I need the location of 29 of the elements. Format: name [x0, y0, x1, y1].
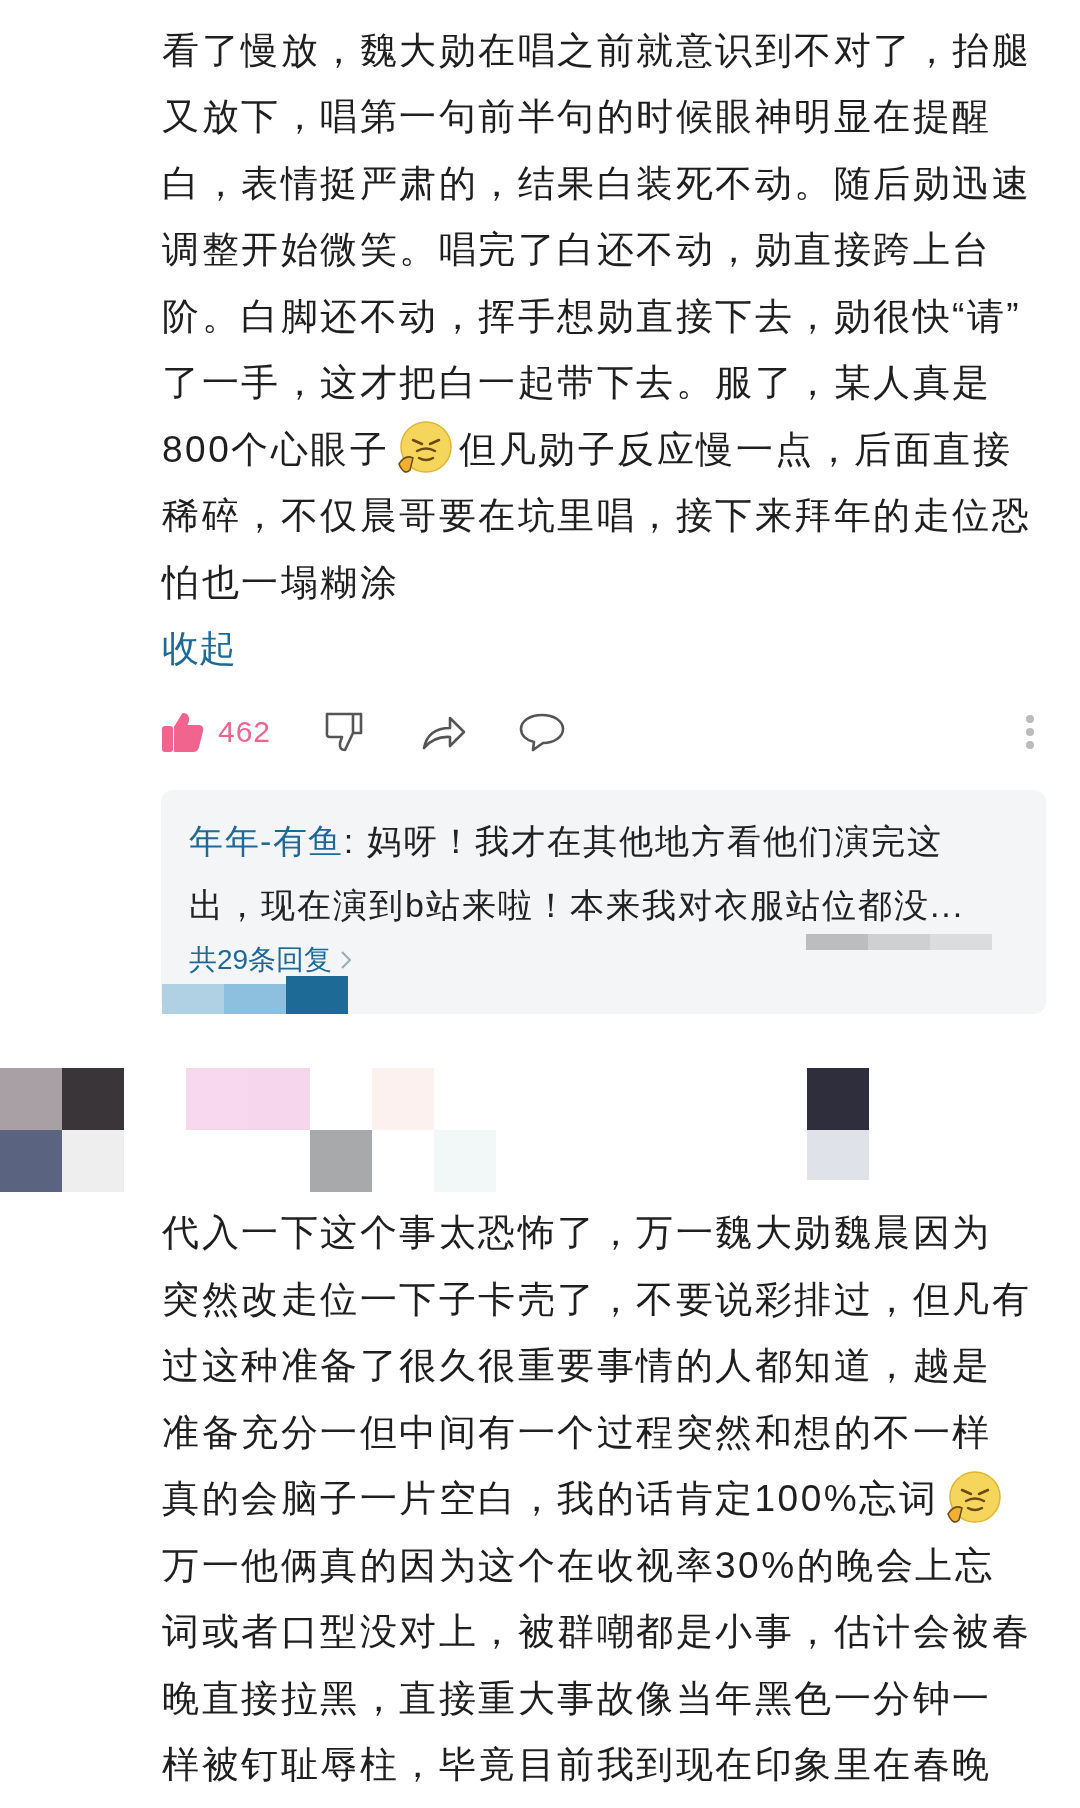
reply-text: 出，现在演到b站来啦！本来我对衣服站位都没... — [189, 885, 965, 926]
view-replies-link[interactable]: 共29条回复 — [189, 939, 353, 980]
comment-text: 看了慢放，魏大勋在唱之前就意识到不对了，抬腿 — [162, 28, 1031, 73]
comment-text: 准备充分一但中间有一个过程突然和想的不一样 — [162, 1410, 992, 1455]
comment-text: 晚直接拉黑，直接重大事故像当年黑色一分钟一 — [162, 1676, 992, 1721]
comment-icon[interactable] — [519, 711, 566, 752]
comment-text: 又放下，唱第一句前半句的时候眼神明显在提醒 — [162, 95, 992, 139]
comment-text: 调整开始微笑。唱完了白还不动，勋直接跨上台 — [162, 228, 992, 272]
collapse-link[interactable]: 收起 — [162, 615, 236, 682]
comment-text: 稀碎，不仅晨哥要在坑里唱，接下来拜年的走位恐 — [162, 494, 1031, 538]
comment-text: 白，表情挺严肃的，结果白装死不动。随后勋迅速 — [162, 161, 1031, 206]
reply-author-link[interactable]: 年年-有鱼 — [189, 816, 344, 867]
comment-text: 阶。白脚还不动，挥手想勋直接下去，勋很快“请” — [162, 294, 1022, 339]
comment-text: 了一手，这才把白一起带下去。服了，某人真是 — [162, 361, 992, 405]
comment-text: 词或者口型没对上，被群嘲都是小事，估计会被春 — [162, 1610, 1031, 1654]
chevron-icon — [340, 949, 353, 970]
comment-text: 样被钉耻辱柱，毕竟目前我到现在印象里在春晚 — [162, 1743, 992, 1787]
comment-text: 过这种准备了很久很重要事情的人都知道，越是 — [162, 1344, 992, 1388]
reply-text: : 妈呀！我才在其他地方看他们演完这 — [343, 821, 943, 862]
comment-text: 真的会脑子一片空白，我的话肯定100%忘词 — [162, 1477, 939, 1521]
comment-text: 万一他俩真的因为这个在收视率30%的晚会上忘 — [162, 1543, 995, 1588]
comment-text: 代入一下这个事太恐怖了，万一魏大勋魏晨因为 — [162, 1211, 992, 1255]
comment-text: 但凡勋子反应慢一点，后面直接 — [459, 427, 1013, 472]
comment-text: 800个心眼子 — [162, 427, 390, 472]
reply-preview-panel[interactable]: 年年-有鱼: 妈呀！我才在其他地方看他们演完这 出，现在演到b站来啦！本来我对衣服站位都没... 共29条回复 — [161, 789, 1046, 1014]
thumbs-up-icon — [162, 711, 204, 752]
comment-text: 怕也一塌糊涂 — [162, 560, 399, 605]
like-button[interactable]: 462 — [162, 709, 272, 754]
comment-text: 突然改走位一下子卡壳了，不要说彩排过，但凡有 — [162, 1277, 1031, 1322]
